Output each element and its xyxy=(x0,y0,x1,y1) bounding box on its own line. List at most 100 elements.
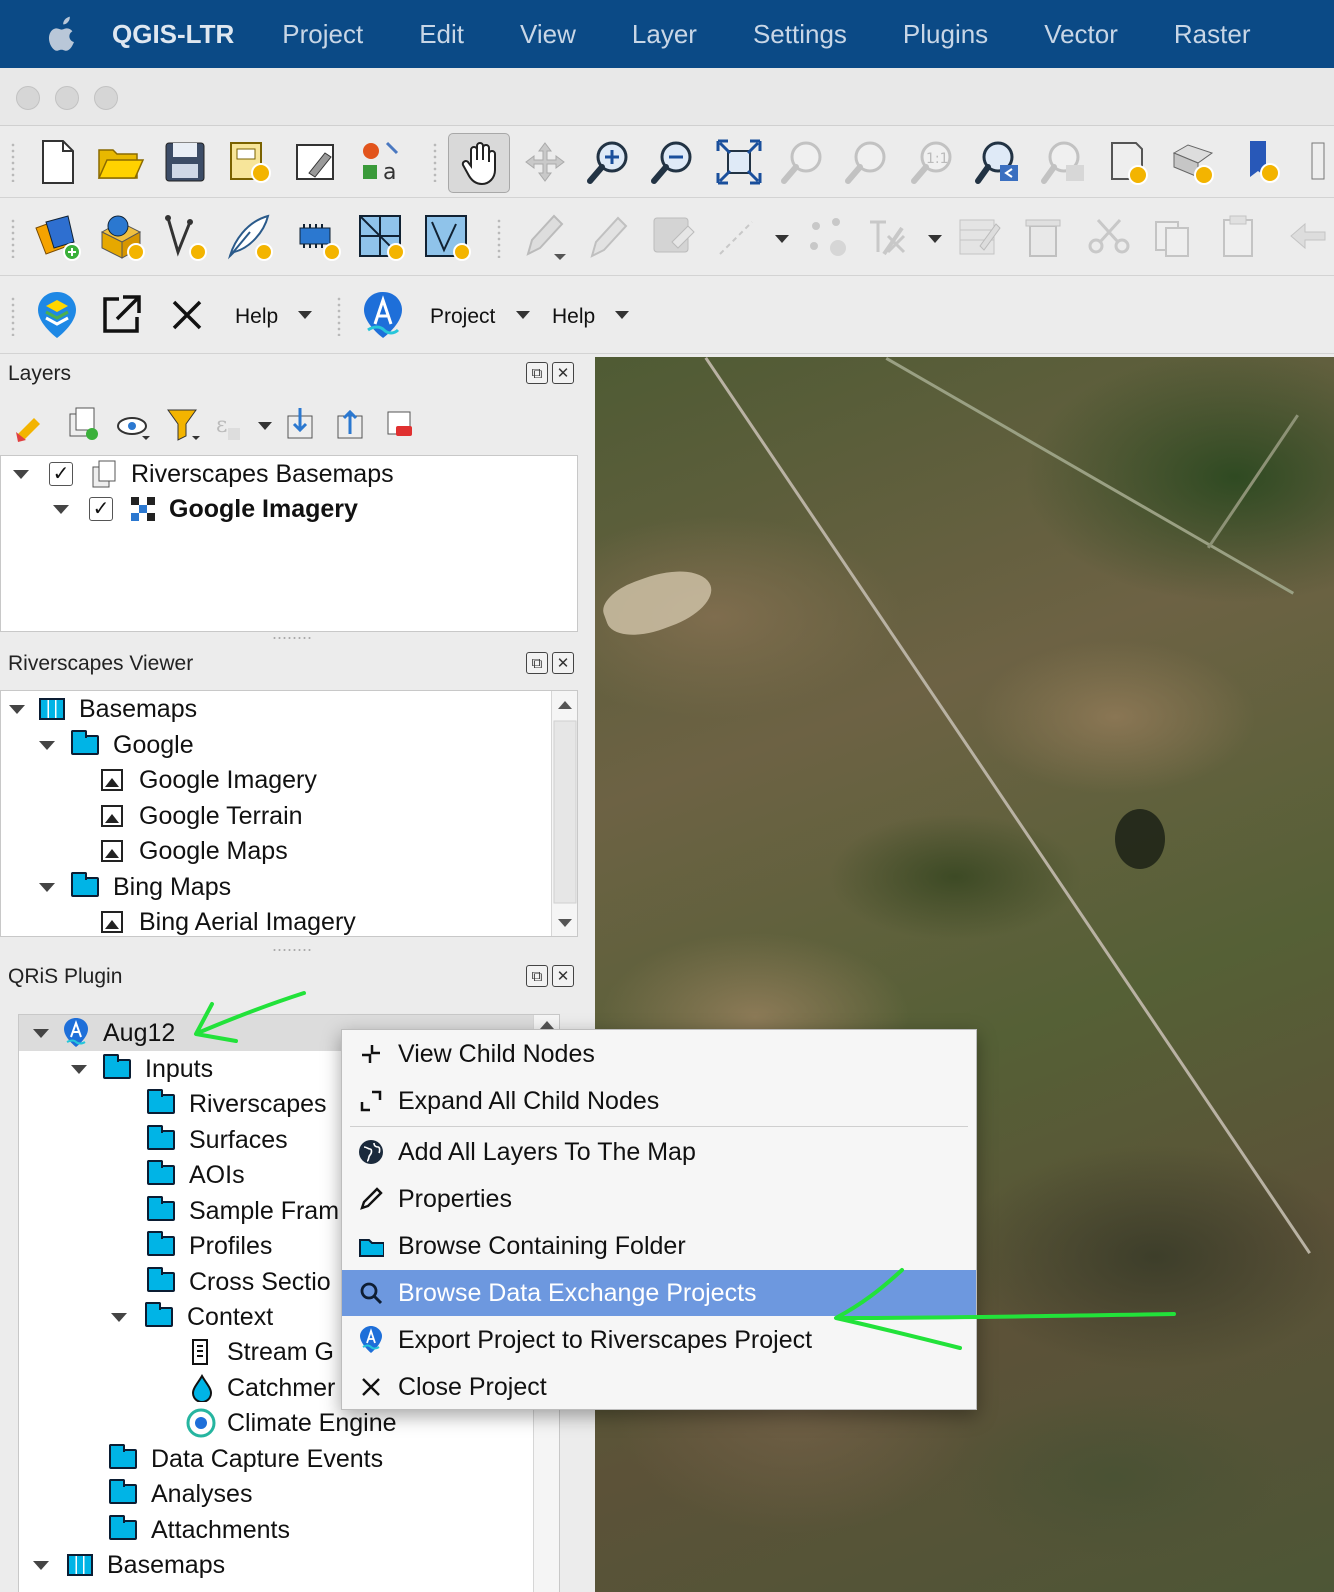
new-project-icon[interactable] xyxy=(30,135,84,189)
chevron-down-icon[interactable] xyxy=(111,1312,127,1322)
zoom-to-layer-icon[interactable] xyxy=(840,135,894,189)
chevron-down-icon[interactable] xyxy=(13,469,29,479)
tree-item[interactable]: Analyses xyxy=(109,1477,252,1511)
data-source-manager-icon[interactable] xyxy=(30,210,84,264)
overflow-icon[interactable] xyxy=(1298,135,1334,189)
close-panel-icon[interactable]: ✕ xyxy=(552,362,574,384)
window-minimize-button[interactable] xyxy=(55,86,79,110)
project-menu-label[interactable]: Project xyxy=(430,305,495,329)
zoom-native-resolution-icon[interactable]: 1:1 xyxy=(906,135,960,189)
chevron-down-icon[interactable] xyxy=(516,311,530,319)
paste-features-icon[interactable] xyxy=(1212,210,1266,264)
chevron-down-icon[interactable] xyxy=(33,1028,49,1038)
menu-edit[interactable]: Edit xyxy=(419,19,464,50)
chevron-down-icon[interactable] xyxy=(9,704,25,714)
new-shapefile-layer-icon[interactable] xyxy=(158,210,212,264)
tree-item[interactable]: Google Maps xyxy=(101,834,288,868)
multi-edit-icon[interactable] xyxy=(952,210,1006,264)
toolbar-grip[interactable] xyxy=(10,296,16,336)
menu-item-view-child-nodes[interactable]: View Child Nodes xyxy=(342,1031,976,1077)
copy-features-icon[interactable] xyxy=(1146,210,1200,264)
tree-item[interactable]: Context xyxy=(111,1300,273,1334)
tree-item[interactable]: Sample Fram xyxy=(147,1194,339,1228)
new-virtual-layer-icon[interactable] xyxy=(290,210,344,264)
zoom-last-icon[interactable] xyxy=(970,135,1024,189)
tree-item[interactable]: Catchmer xyxy=(189,1371,335,1405)
menu-app-name[interactable]: QGIS-LTR xyxy=(112,19,234,50)
vertex-tool-icon[interactable] xyxy=(800,210,854,264)
qris-icon[interactable] xyxy=(356,288,410,342)
window-close-button[interactable] xyxy=(16,86,40,110)
tree-item[interactable]: Cross Sectio xyxy=(147,1265,331,1299)
float-panel-icon[interactable]: ⧉ xyxy=(526,652,548,674)
open-external-icon[interactable] xyxy=(94,288,148,342)
new-print-layout-icon[interactable] xyxy=(222,135,276,189)
tree-item[interactable]: Profiles xyxy=(147,1229,272,1263)
tree-item[interactable]: Basemaps xyxy=(33,1548,225,1582)
tree-item[interactable]: Data Capture Events xyxy=(109,1442,383,1476)
close-icon[interactable] xyxy=(160,288,214,342)
zoom-to-selection-icon[interactable] xyxy=(776,135,830,189)
riverscapes-viewer-icon[interactable] xyxy=(30,288,84,342)
menu-item-close-project[interactable]: Close Project xyxy=(342,1364,976,1410)
zoom-full-icon[interactable] xyxy=(712,135,766,189)
menu-item-add-all-layers[interactable]: Add All Layers To The Map xyxy=(342,1129,976,1175)
toolbar-grip[interactable] xyxy=(10,142,16,182)
toolbar-grip[interactable] xyxy=(336,296,342,336)
new-map-view-icon[interactable] xyxy=(1166,135,1220,189)
tree-item[interactable]: Climate Engine xyxy=(185,1406,397,1440)
modify-attributes-icon[interactable] xyxy=(862,210,916,264)
menu-settings[interactable]: Settings xyxy=(753,19,847,50)
tree-item[interactable]: Attachments xyxy=(109,1513,290,1547)
tree-item[interactable]: Basemaps xyxy=(9,692,197,726)
viewer-tree[interactable]: Basemaps Google Google Imagery Google Te… xyxy=(0,690,578,937)
save-project-icon[interactable] xyxy=(158,135,212,189)
delete-selected-icon[interactable] xyxy=(1016,210,1070,264)
viewer-scrollbar[interactable] xyxy=(551,691,577,936)
toolbar-grip[interactable] xyxy=(10,218,16,258)
new-mesh-layer-icon[interactable] xyxy=(354,210,408,264)
tree-item[interactable]: Stream G xyxy=(189,1335,334,1369)
layer-visibility-checkbox[interactable]: ✓ xyxy=(49,462,73,486)
undo-icon[interactable] xyxy=(1282,210,1334,264)
window-zoom-button[interactable] xyxy=(94,86,118,110)
apple-icon[interactable] xyxy=(42,14,82,54)
float-panel-icon[interactable]: ⧉ xyxy=(526,965,548,987)
layer-row[interactable]: ✓ Google Imagery xyxy=(53,492,358,526)
open-project-icon[interactable] xyxy=(94,135,148,189)
menu-vector[interactable]: Vector xyxy=(1044,19,1118,50)
new-spatial-bookmark-icon[interactable] xyxy=(1100,135,1154,189)
help-menu-label[interactable]: Help xyxy=(235,305,278,329)
zoom-in-icon[interactable] xyxy=(582,135,636,189)
new-geopackage-layer-icon[interactable] xyxy=(94,210,148,264)
toggle-editing-icon[interactable] xyxy=(580,210,634,264)
tree-item[interactable]: AOIs xyxy=(147,1158,245,1192)
menu-layer[interactable]: Layer xyxy=(632,19,697,50)
layers-tree[interactable]: ✓ Riverscapes Basemaps ✓ Google Imagery xyxy=(0,455,578,632)
new-temporary-layer-icon[interactable] xyxy=(420,210,474,264)
tree-item[interactable]: Bing Maps xyxy=(39,870,231,904)
tree-item[interactable]: Google Terrain xyxy=(101,799,303,833)
tree-item[interactable]: Google xyxy=(39,728,194,762)
menu-item-properties[interactable]: Properties xyxy=(342,1176,976,1222)
show-bookmarks-icon[interactable] xyxy=(1236,135,1290,189)
layer-group-row[interactable]: ✓ Riverscapes Basemaps xyxy=(13,457,394,491)
chevron-down-icon[interactable] xyxy=(298,311,312,319)
menu-item-browse-data-exchange[interactable]: Browse Data Exchange Projects xyxy=(342,1270,976,1316)
current-edits-icon[interactable] xyxy=(516,210,570,264)
style-manager-icon[interactable]: a xyxy=(354,135,408,189)
layer-visibility-checkbox[interactable]: ✓ xyxy=(89,497,113,521)
close-panel-icon[interactable]: ✕ xyxy=(552,652,574,674)
pan-map-icon[interactable] xyxy=(448,133,510,193)
toolbar-grip[interactable] xyxy=(432,142,438,182)
close-panel-icon[interactable]: ✕ xyxy=(552,965,574,987)
toolbar-grip[interactable] xyxy=(496,218,502,258)
menu-raster[interactable]: Raster xyxy=(1174,19,1251,50)
panel-splitter[interactable] xyxy=(272,948,312,952)
chevron-down-icon[interactable] xyxy=(928,235,942,243)
float-panel-icon[interactable]: ⧉ xyxy=(526,362,548,384)
panel-splitter[interactable] xyxy=(272,636,312,640)
tree-item[interactable]: Bing Aerial Imagery xyxy=(101,905,356,936)
new-spatialite-layer-icon[interactable] xyxy=(222,210,276,264)
menu-view[interactable]: View xyxy=(520,19,576,50)
